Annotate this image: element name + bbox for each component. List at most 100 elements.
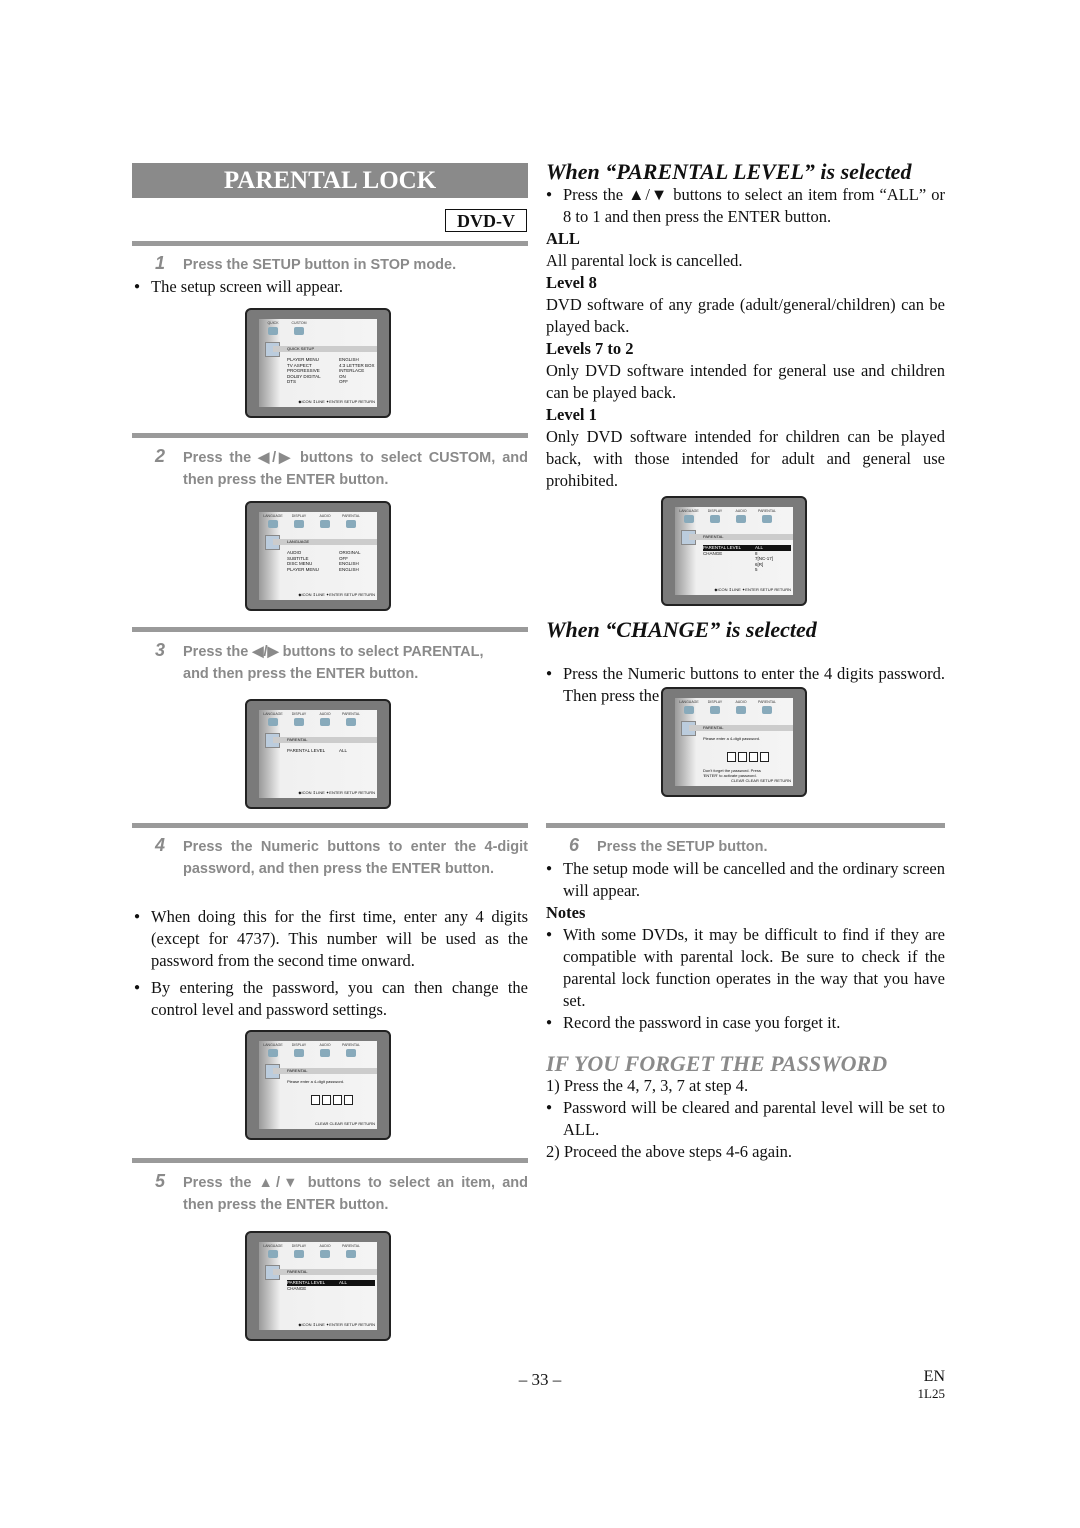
divider xyxy=(132,627,528,632)
screen-tab: PARENTAL xyxy=(341,1043,361,1057)
screen-tab: DISPLAY xyxy=(289,1043,309,1057)
screen-rows: PARENTAL LEVEL ALL CHANGE xyxy=(287,1280,375,1291)
manual-page: PARENTAL LOCK DVD-V 1 Press the SETUP but… xyxy=(0,0,1080,1528)
screen-tab: LANGUAGE xyxy=(679,509,699,523)
tab-icon xyxy=(684,706,694,714)
divider xyxy=(132,823,528,828)
screen-display: LANGUAGE DISPLAY AUDIO PARENTAL PARENTAL Plea… xyxy=(675,698,793,786)
tab-icon xyxy=(346,1049,356,1057)
tab-icon xyxy=(346,520,356,528)
screen-tab: PARENTAL xyxy=(341,1244,361,1258)
screen-tabs: LANGUAGE DISPLAY AUDIO PARENTAL xyxy=(263,1043,361,1057)
tab-icon xyxy=(294,327,304,335)
tab-icon xyxy=(294,718,304,726)
step-3: 3 Press the ◀/▶ buttons to select PARENTA… xyxy=(155,640,484,682)
tab-icon xyxy=(736,706,746,714)
screen-display: LANGUAGE DISPLAY AUDIO PARENTAL PARENTAL Plea… xyxy=(259,1041,377,1129)
screen-row: DTS OFF xyxy=(287,379,348,384)
model-code: 1L25 xyxy=(917,1386,945,1401)
screen-hint: Don't forget the password. Press 'ENTER'… xyxy=(703,768,761,778)
page-number: – 33 – xyxy=(518,1370,562,1389)
screen-section-title: LANGUAGE xyxy=(273,539,377,545)
language-code: EN xyxy=(923,1368,945,1385)
screen-row: 5 xyxy=(755,567,758,572)
tab-icon xyxy=(346,718,356,726)
screen-footer: CLEAR CLEAR SETUP RETURN xyxy=(315,1121,375,1126)
screen-section-title: PARENTAL xyxy=(273,737,377,743)
screen-display: QUICK CUSTOM QUICK SETUP PLAYER MENU ENGLISH… xyxy=(259,319,377,407)
step-1: 1 Press the SETUP button in STOP mode. xyxy=(155,253,457,273)
level-section: Press the ▲/▼ buttons to select an item … xyxy=(546,184,945,492)
step-1-bullet: The setup screen will appear. xyxy=(134,276,529,298)
tab-icon xyxy=(268,718,278,726)
screen-tab: LANGUAGE xyxy=(263,1043,283,1057)
change-password-screen: LANGUAGE DISPLAY AUDIO PARENTAL PARENTAL Plea… xyxy=(661,687,807,797)
tab-icon xyxy=(268,1049,278,1057)
tab-icon xyxy=(762,706,772,714)
tab-icon xyxy=(294,1250,304,1258)
forget-section: 1) Press the 4, 7, 3, 7 at step 4. Passw… xyxy=(546,1075,945,1163)
screen-tabs: QUICK CUSTOM xyxy=(263,321,309,335)
screen-tab: DISPLAY xyxy=(289,1244,309,1258)
tab-icon xyxy=(710,515,720,523)
tab-icon xyxy=(684,515,694,523)
screen-footer: ◆ICON ⇕LINE ✦ENTER SETUP RETURN xyxy=(298,399,375,404)
screen-tab: LANGUAGE xyxy=(679,700,699,714)
screen-tab: CUSTOM xyxy=(289,321,309,335)
tab-icon xyxy=(320,520,330,528)
screen-row: CHANGE xyxy=(287,1285,307,1291)
step-2: 2 Press the ◀/▶ buttons to select CUSTOM,… xyxy=(155,446,528,488)
screen-footer: ◆ICON ⇕LINE ✦ENTER SETUP RETURN xyxy=(298,790,375,795)
screen-tabs: LANGUAGE DISPLAY AUDIO PARENTAL xyxy=(263,712,361,726)
screen-tab: DISPLAY xyxy=(289,514,309,528)
level-heading: When “PARENTAL LEVEL” is selected xyxy=(546,159,912,184)
step-6: 6 Press the SETUP button. xyxy=(569,835,768,855)
screen-section-title: PARENTAL xyxy=(273,1269,377,1275)
screen-section-title: PARENTAL xyxy=(689,725,793,731)
screen-rows: AUDIO ORIGINAL SUBTITLE OFF DISC MENU ENGLISH… xyxy=(287,550,375,572)
screen-tab: AUDIO xyxy=(315,514,335,528)
screen-tab: AUDIO xyxy=(315,1244,335,1258)
screen-tab: PARENTAL xyxy=(757,509,777,523)
notes-section: The setup mode will be cancelled and the… xyxy=(546,858,945,1034)
screen-tab: DISPLAY xyxy=(705,700,725,714)
screen-footer: ◆ICON ⇕LINE ✦ENTER SETUP RETURN xyxy=(298,1322,375,1327)
tab-icon xyxy=(320,1250,330,1258)
divider xyxy=(132,241,528,246)
screen-footer: ◆ICON ⇕LINE ✦ENTER SETUP RETURN xyxy=(298,592,375,597)
screen-tabs: LANGUAGE DISPLAY AUDIO PARENTAL xyxy=(679,509,777,523)
tab-icon xyxy=(268,327,278,335)
password-screen: LANGUAGE DISPLAY AUDIO PARENTAL PARENTAL Plea… xyxy=(245,1030,391,1140)
tab-icon xyxy=(346,1250,356,1258)
divider xyxy=(132,1158,528,1163)
tab-icon xyxy=(736,515,746,523)
step-4: 4 Press the Numeric buttons to enter the … xyxy=(155,835,528,877)
screen-display: LANGUAGE DISPLAY AUDIO PARENTAL PARENTAL PARE… xyxy=(259,1242,377,1330)
screen-tab: LANGUAGE xyxy=(263,514,283,528)
screen-tab: QUICK xyxy=(263,321,283,335)
screen-section-title: PARENTAL xyxy=(689,534,793,540)
screen-tab: PARENTAL xyxy=(757,700,777,714)
screen-rows: PARENTAL LEVEL ALL xyxy=(287,748,375,754)
screen-footer: CLEAR CLEAR SETUP RETURN xyxy=(731,778,791,783)
screen-tab: AUDIO xyxy=(731,700,751,714)
tab-icon xyxy=(320,1049,330,1057)
forget-heading: IF YOU FORGET THE PASSWORD xyxy=(546,1051,888,1076)
screen-row: PARENTAL LEVEL ALL xyxy=(287,748,348,753)
screen-message: Please enter a 4-digit password. xyxy=(703,736,761,741)
language-screen: LANGUAGE DISPLAY AUDIO PARENTAL LANGUAGE AUDI… xyxy=(245,501,391,611)
screen-section-title: PARENTAL xyxy=(273,1068,377,1074)
divider xyxy=(546,823,945,828)
parental-screen: LANGUAGE DISPLAY AUDIO PARENTAL PARENTAL PARE… xyxy=(245,699,391,809)
screen-rows: PARENTAL LEVEL ALL CHANGE 8 7[NC-17] 6[R] 5 xyxy=(703,545,791,573)
screen-display: LANGUAGE DISPLAY AUDIO PARENTAL LANGUAGE AUDI… xyxy=(259,512,377,600)
password-boxes xyxy=(311,1095,353,1105)
screen-tab: PARENTAL xyxy=(341,514,361,528)
tab-icon xyxy=(294,1049,304,1057)
screen-display: LANGUAGE DISPLAY AUDIO PARENTAL PARENTAL PARE… xyxy=(675,507,793,595)
screen-tab: AUDIO xyxy=(731,509,751,523)
screen-tab: LANGUAGE xyxy=(263,712,283,726)
tab-icon xyxy=(268,1250,278,1258)
screen-tabs: LANGUAGE DISPLAY AUDIO PARENTAL xyxy=(679,700,777,714)
screen-message: Please enter a 4-digit password. xyxy=(287,1079,345,1084)
